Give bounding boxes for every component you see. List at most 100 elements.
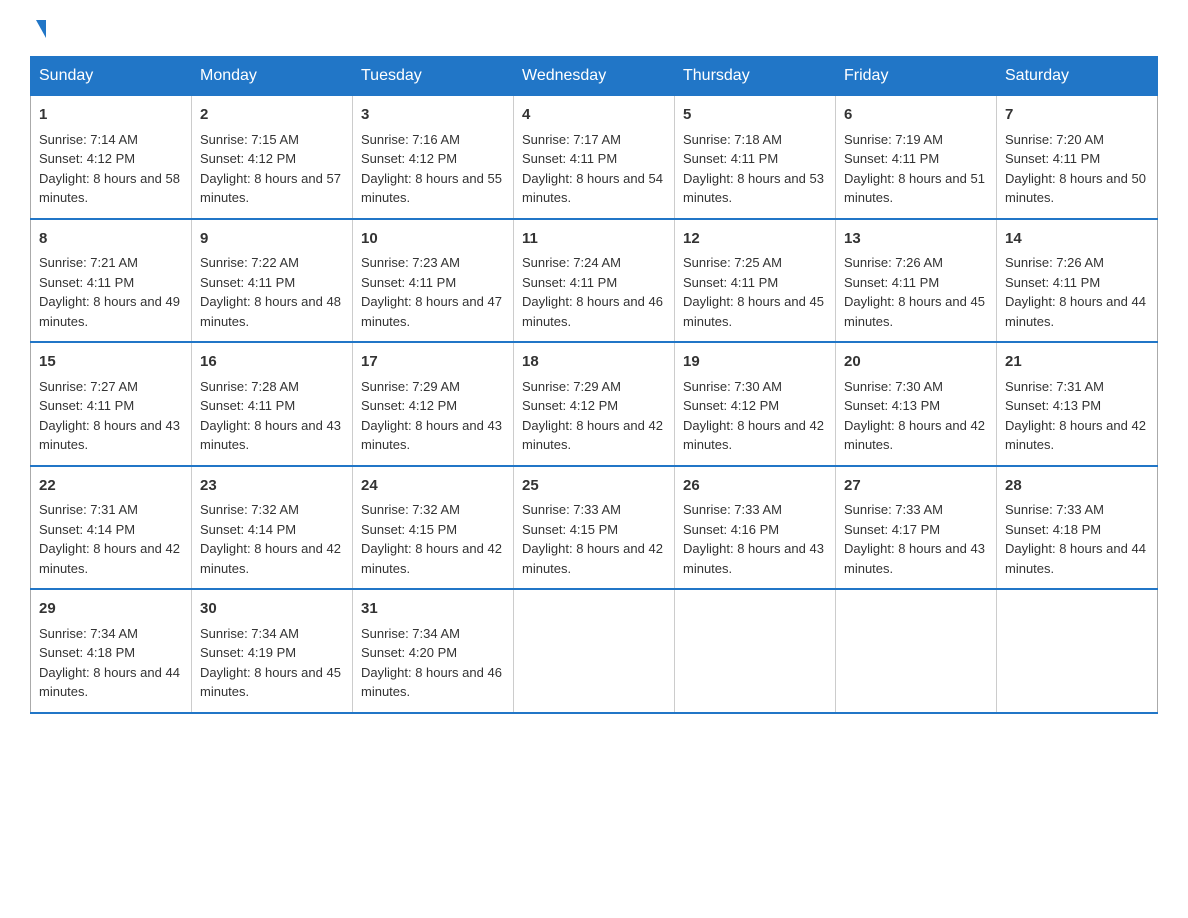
day-info: Sunrise: 7:31 AMSunset: 4:13 PMDaylight:… [1005, 379, 1146, 453]
day-of-week-header-wednesday: Wednesday [514, 57, 675, 96]
day-number: 11 [522, 228, 666, 251]
day-info: Sunrise: 7:29 AMSunset: 4:12 PMDaylight:… [522, 379, 663, 453]
day-number: 30 [200, 598, 344, 621]
day-number: 21 [1005, 351, 1149, 374]
header [30, 20, 1158, 38]
day-number: 15 [39, 351, 183, 374]
day-number: 14 [1005, 228, 1149, 251]
day-number: 4 [522, 104, 666, 127]
calendar-cell: 4 Sunrise: 7:17 AMSunset: 4:11 PMDayligh… [514, 96, 675, 219]
day-number: 10 [361, 228, 505, 251]
calendar-cell: 16 Sunrise: 7:28 AMSunset: 4:11 PMDaylig… [192, 342, 353, 466]
day-info: Sunrise: 7:34 AMSunset: 4:20 PMDaylight:… [361, 626, 502, 700]
calendar-cell [675, 589, 836, 713]
day-of-week-header-thursday: Thursday [675, 57, 836, 96]
calendar-cell: 23 Sunrise: 7:32 AMSunset: 4:14 PMDaylig… [192, 466, 353, 590]
calendar-cell: 13 Sunrise: 7:26 AMSunset: 4:11 PMDaylig… [836, 219, 997, 343]
calendar-cell [514, 589, 675, 713]
calendar-cell: 26 Sunrise: 7:33 AMSunset: 4:16 PMDaylig… [675, 466, 836, 590]
day-info: Sunrise: 7:34 AMSunset: 4:19 PMDaylight:… [200, 626, 341, 700]
day-info: Sunrise: 7:21 AMSunset: 4:11 PMDaylight:… [39, 255, 180, 329]
calendar-cell: 27 Sunrise: 7:33 AMSunset: 4:17 PMDaylig… [836, 466, 997, 590]
day-number: 13 [844, 228, 988, 251]
day-info: Sunrise: 7:26 AMSunset: 4:11 PMDaylight:… [844, 255, 985, 329]
day-info: Sunrise: 7:33 AMSunset: 4:15 PMDaylight:… [522, 502, 663, 576]
day-info: Sunrise: 7:26 AMSunset: 4:11 PMDaylight:… [1005, 255, 1146, 329]
logo-blue-text [30, 20, 46, 38]
calendar-cell: 25 Sunrise: 7:33 AMSunset: 4:15 PMDaylig… [514, 466, 675, 590]
day-number: 6 [844, 104, 988, 127]
day-number: 25 [522, 475, 666, 498]
calendar-cell: 5 Sunrise: 7:18 AMSunset: 4:11 PMDayligh… [675, 96, 836, 219]
calendar-cell: 10 Sunrise: 7:23 AMSunset: 4:11 PMDaylig… [353, 219, 514, 343]
calendar-cell: 19 Sunrise: 7:30 AMSunset: 4:12 PMDaylig… [675, 342, 836, 466]
calendar-cell: 3 Sunrise: 7:16 AMSunset: 4:12 PMDayligh… [353, 96, 514, 219]
day-number: 22 [39, 475, 183, 498]
day-number: 23 [200, 475, 344, 498]
day-info: Sunrise: 7:34 AMSunset: 4:18 PMDaylight:… [39, 626, 180, 700]
calendar-cell: 31 Sunrise: 7:34 AMSunset: 4:20 PMDaylig… [353, 589, 514, 713]
day-number: 7 [1005, 104, 1149, 127]
day-info: Sunrise: 7:23 AMSunset: 4:11 PMDaylight:… [361, 255, 502, 329]
week-row-1: 1 Sunrise: 7:14 AMSunset: 4:12 PMDayligh… [31, 96, 1158, 219]
day-number: 16 [200, 351, 344, 374]
calendar-cell: 12 Sunrise: 7:25 AMSunset: 4:11 PMDaylig… [675, 219, 836, 343]
calendar-cell: 17 Sunrise: 7:29 AMSunset: 4:12 PMDaylig… [353, 342, 514, 466]
day-number: 26 [683, 475, 827, 498]
day-number: 5 [683, 104, 827, 127]
calendar-cell: 20 Sunrise: 7:30 AMSunset: 4:13 PMDaylig… [836, 342, 997, 466]
logo [30, 20, 46, 38]
day-info: Sunrise: 7:14 AMSunset: 4:12 PMDaylight:… [39, 132, 180, 206]
day-number: 9 [200, 228, 344, 251]
day-info: Sunrise: 7:32 AMSunset: 4:15 PMDaylight:… [361, 502, 502, 576]
day-number: 1 [39, 104, 183, 127]
day-info: Sunrise: 7:17 AMSunset: 4:11 PMDaylight:… [522, 132, 663, 206]
day-info: Sunrise: 7:27 AMSunset: 4:11 PMDaylight:… [39, 379, 180, 453]
day-number: 18 [522, 351, 666, 374]
day-number: 27 [844, 475, 988, 498]
day-info: Sunrise: 7:16 AMSunset: 4:12 PMDaylight:… [361, 132, 502, 206]
day-info: Sunrise: 7:22 AMSunset: 4:11 PMDaylight:… [200, 255, 341, 329]
day-of-week-header-tuesday: Tuesday [353, 57, 514, 96]
day-number: 20 [844, 351, 988, 374]
calendar-cell: 9 Sunrise: 7:22 AMSunset: 4:11 PMDayligh… [192, 219, 353, 343]
day-number: 12 [683, 228, 827, 251]
calendar-cell: 24 Sunrise: 7:32 AMSunset: 4:15 PMDaylig… [353, 466, 514, 590]
day-info: Sunrise: 7:28 AMSunset: 4:11 PMDaylight:… [200, 379, 341, 453]
calendar-cell: 18 Sunrise: 7:29 AMSunset: 4:12 PMDaylig… [514, 342, 675, 466]
day-info: Sunrise: 7:30 AMSunset: 4:13 PMDaylight:… [844, 379, 985, 453]
day-of-week-header-monday: Monday [192, 57, 353, 96]
day-number: 17 [361, 351, 505, 374]
days-of-week-row: SundayMondayTuesdayWednesdayThursdayFrid… [31, 57, 1158, 96]
day-number: 31 [361, 598, 505, 621]
day-number: 28 [1005, 475, 1149, 498]
day-of-week-header-friday: Friday [836, 57, 997, 96]
day-info: Sunrise: 7:31 AMSunset: 4:14 PMDaylight:… [39, 502, 180, 576]
calendar-cell: 2 Sunrise: 7:15 AMSunset: 4:12 PMDayligh… [192, 96, 353, 219]
calendar-table: SundayMondayTuesdayWednesdayThursdayFrid… [30, 56, 1158, 714]
day-info: Sunrise: 7:19 AMSunset: 4:11 PMDaylight:… [844, 132, 985, 206]
day-info: Sunrise: 7:30 AMSunset: 4:12 PMDaylight:… [683, 379, 824, 453]
calendar-cell: 14 Sunrise: 7:26 AMSunset: 4:11 PMDaylig… [997, 219, 1158, 343]
day-of-week-header-sunday: Sunday [31, 57, 192, 96]
day-number: 2 [200, 104, 344, 127]
day-info: Sunrise: 7:18 AMSunset: 4:11 PMDaylight:… [683, 132, 824, 206]
calendar-cell: 28 Sunrise: 7:33 AMSunset: 4:18 PMDaylig… [997, 466, 1158, 590]
week-row-5: 29 Sunrise: 7:34 AMSunset: 4:18 PMDaylig… [31, 589, 1158, 713]
calendar-cell: 22 Sunrise: 7:31 AMSunset: 4:14 PMDaylig… [31, 466, 192, 590]
calendar-cell: 21 Sunrise: 7:31 AMSunset: 4:13 PMDaylig… [997, 342, 1158, 466]
calendar-cell [836, 589, 997, 713]
day-number: 24 [361, 475, 505, 498]
day-number: 19 [683, 351, 827, 374]
day-number: 8 [39, 228, 183, 251]
week-row-4: 22 Sunrise: 7:31 AMSunset: 4:14 PMDaylig… [31, 466, 1158, 590]
day-of-week-header-saturday: Saturday [997, 57, 1158, 96]
calendar-cell: 29 Sunrise: 7:34 AMSunset: 4:18 PMDaylig… [31, 589, 192, 713]
day-info: Sunrise: 7:25 AMSunset: 4:11 PMDaylight:… [683, 255, 824, 329]
day-info: Sunrise: 7:24 AMSunset: 4:11 PMDaylight:… [522, 255, 663, 329]
calendar-cell: 8 Sunrise: 7:21 AMSunset: 4:11 PMDayligh… [31, 219, 192, 343]
day-info: Sunrise: 7:29 AMSunset: 4:12 PMDaylight:… [361, 379, 502, 453]
day-info: Sunrise: 7:33 AMSunset: 4:17 PMDaylight:… [844, 502, 985, 576]
week-row-3: 15 Sunrise: 7:27 AMSunset: 4:11 PMDaylig… [31, 342, 1158, 466]
calendar-cell [997, 589, 1158, 713]
